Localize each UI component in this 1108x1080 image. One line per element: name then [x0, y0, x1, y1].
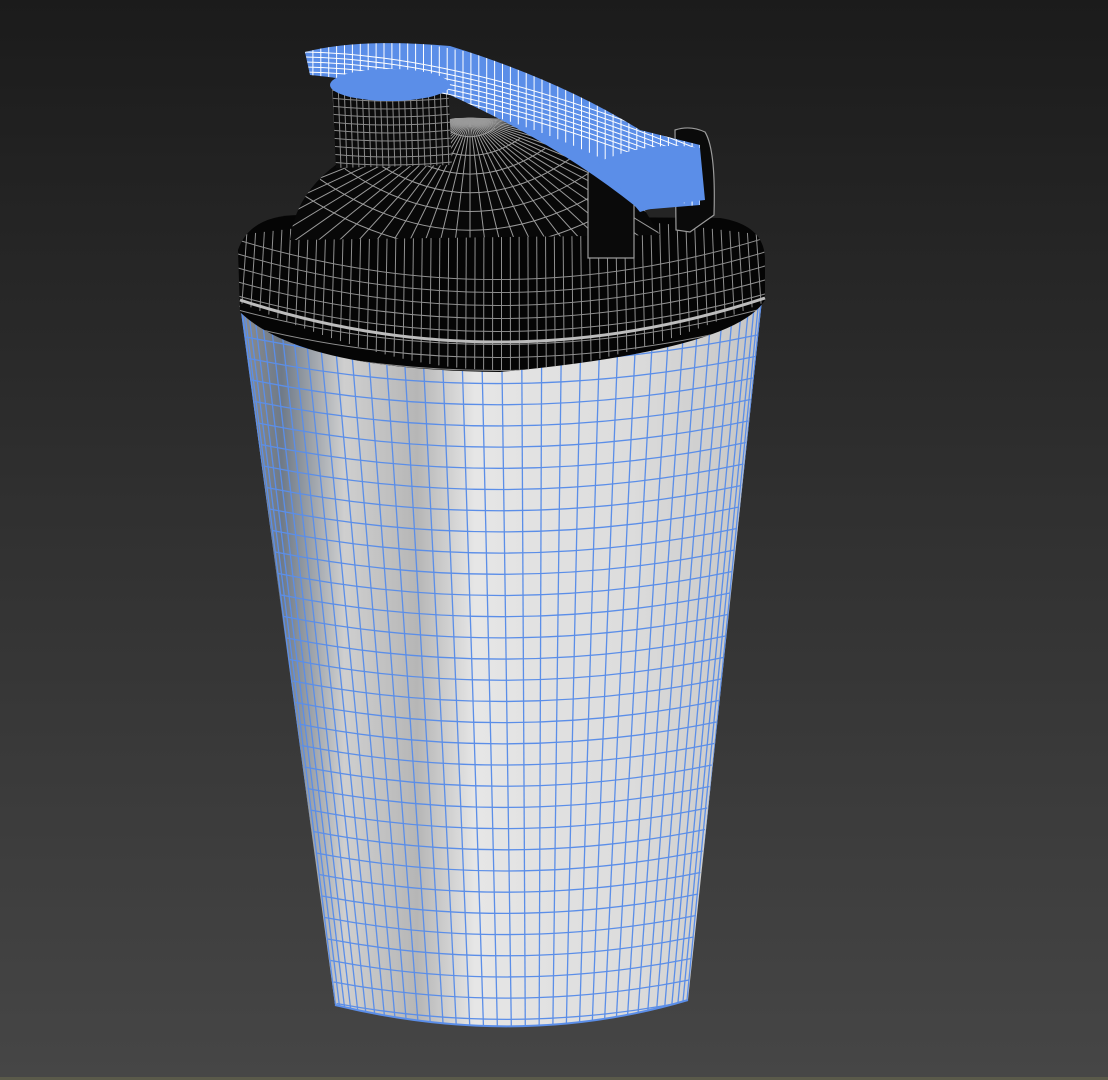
cup-body[interactable]	[239, 298, 763, 1041]
shaker-bottle-model[interactable]	[0, 0, 1108, 1080]
3d-viewport[interactable]	[0, 0, 1108, 1080]
